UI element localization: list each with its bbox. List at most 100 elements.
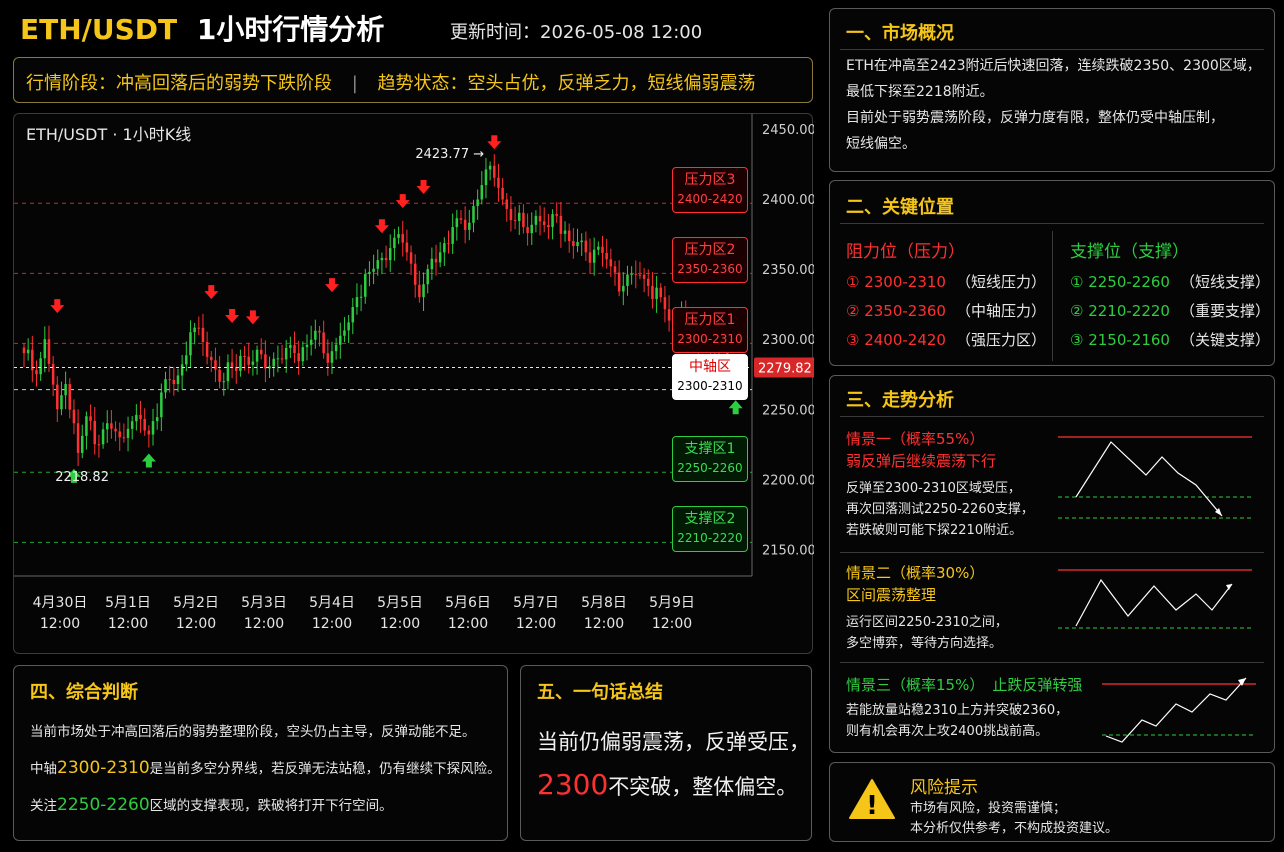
- scenario-line: 若跌破则可能下探2210附近。: [846, 523, 1023, 538]
- resist-note: （中轴压力）: [955, 302, 1046, 320]
- overview-panel: 一、市场概况 ETH在冲高至2423附近后快速回落，连续跌破2350、2300区…: [829, 8, 1275, 172]
- warning-glyph: !: [866, 791, 878, 821]
- judgement-highlight: 2300-2310: [57, 758, 150, 778]
- page-title: ETH/USDT 1小时行情分析: [20, 8, 384, 48]
- overview-text: ETH在冲高至2423附近后快速回落，连续跌破2350、2300区域， 最低下探…: [846, 53, 1261, 157]
- scenario-3-sketch: [1102, 677, 1256, 743]
- overview-line: 最低下探至2218附近。: [846, 84, 994, 100]
- scenario-1-sketch: [1058, 436, 1252, 519]
- judgement-title: 四、综合判断: [30, 682, 138, 703]
- scenario-line: 再次回落测试2250-2260支撑，: [846, 502, 1034, 517]
- scenario-divider: [840, 662, 1264, 663]
- support-level-1: ① 2250-2260 （短线支撑）: [1070, 271, 1270, 292]
- judgement-text-part: 是当前多空分界线，若反弹无法站稳，仍有继续下探风险。: [149, 761, 501, 777]
- resist-range: ③ 2400-2420: [846, 331, 946, 349]
- summary-panel: 五、一句话总结 当前仍偏弱震荡，反弹受压， 2300不突破，整体偏空。: [520, 665, 812, 841]
- resist-level-1: ① 2300-2310 （短线压力）: [846, 271, 1046, 292]
- support-range: ② 2210-2220: [1070, 302, 1170, 320]
- scenario-2-title: 情景二（概率30%）: [846, 564, 985, 582]
- support-note: （短线支撑）: [1179, 273, 1270, 291]
- scenario-line: 若能放量站稳2310上方并突破2360，: [846, 703, 1069, 718]
- trend-value: 空头占优，反弹乏力，短线偏弱震荡: [467, 73, 756, 94]
- zone-range: 2250-2260: [677, 461, 743, 475]
- zone-name: 压力区3: [684, 172, 736, 188]
- phase-value: 冲高回落后的弱势下跌阶段: [116, 73, 332, 94]
- risk-title: 风险提示: [910, 778, 978, 798]
- scenario-2-body: 运行区间2250-2310之间， 多空博弈，等待方向选择。: [846, 612, 1008, 654]
- summary-highlight: 2300: [537, 768, 609, 801]
- phase-label: 行情阶段：: [26, 73, 116, 94]
- scenario-3-subtitle: 止跌反弹转强: [992, 676, 1083, 694]
- judgement-text-part: 区域的支撑表现，跌破将打开下行空间。: [149, 798, 393, 814]
- scenario-line: 多空博弈，等待方向选择。: [846, 636, 1003, 651]
- scenario-3-title-text: 情景三（概率15%）: [846, 676, 985, 694]
- key-levels-panel: 二、关键位置 阻力位（压力） 支撑位（支撑） ① 2300-2310 （短线压力）…: [829, 180, 1275, 366]
- zone-box-pivot: 中轴区 2300-2310: [672, 354, 748, 400]
- scenario-1-subtitle: 弱反弹后继续震荡下行: [846, 452, 997, 470]
- symbol-label: ETH/USDT: [20, 13, 178, 46]
- stage-bar: 行情阶段：冲高回落后的弱势下跌阶段 | 趋势状态：空头占优，反弹乏力，短线偏弱震…: [13, 57, 813, 103]
- update-label: 更新时间：: [450, 22, 540, 43]
- overview-line: 短线偏空。: [846, 136, 916, 152]
- scenario-2-subtitle: 区间震荡整理: [846, 586, 937, 604]
- trend-title: 三、走势分析: [846, 390, 954, 411]
- zone-layer: 压力区3 2400-2420 压力区2 2350-2360 压力区1 2300-2310 中…: [14, 114, 814, 655]
- support-level-3: ③ 2150-2160 （关键支撑）: [1070, 329, 1270, 350]
- support-title: 支撑位（支撑）: [1070, 242, 1189, 262]
- overview-line: 目前处于弱势震荡阶段，反弹力度有限，整体仍受中轴压制，: [846, 110, 1224, 126]
- summary-title: 五、一句话总结: [537, 682, 663, 703]
- summary-line-2: 2300不突破，整体偏空。: [537, 768, 797, 801]
- support-range: ③ 2150-2160: [1070, 331, 1170, 349]
- support-range: ① 2250-2260: [1070, 273, 1170, 291]
- overview-divider: [840, 49, 1264, 50]
- judgement-line-3: 关注2250-2260区域的支撑表现，跌破将打开下行空间。: [30, 787, 501, 824]
- trend-label: 趋势状态：: [377, 73, 468, 94]
- zone-box-support: 支撑区2 2210-2220: [672, 506, 748, 552]
- scenario-line: 运行区间2250-2310之间，: [846, 615, 1008, 630]
- scenario-3-body: 若能放量站稳2310上方并突破2360， 则有机会再次上攻2400挑战前高。: [846, 700, 1068, 742]
- key-levels-title: 二、关键位置: [846, 197, 954, 218]
- scenario-divider: [840, 552, 1264, 553]
- zone-name: 压力区1: [684, 312, 736, 328]
- resist-range: ② 2350-2360: [846, 302, 946, 320]
- resist-note: （强压力区）: [955, 331, 1046, 349]
- resist-range: ① 2300-2310: [846, 273, 946, 291]
- update-time: 更新时间：2026-05-08 12:00: [450, 18, 702, 44]
- update-value: 2026-05-08 12:00: [540, 22, 703, 43]
- support-level-2: ② 2210-2220 （重要支撑）: [1070, 300, 1270, 321]
- zone-box-resist: 压力区1 2300-2310: [672, 307, 748, 353]
- warning-icon: !: [849, 779, 895, 821]
- zone-box-resist: 压力区3 2400-2420: [672, 167, 748, 213]
- resist-note: （短线压力）: [955, 273, 1046, 291]
- zone-name: 支撑区1: [684, 441, 736, 457]
- scenario-3-title: 情景三（概率15%） 止跌反弹转强: [846, 674, 1082, 695]
- judgement-text-part: 关注: [30, 798, 57, 814]
- risk-line: 市场有风险，投资需谨慎；: [910, 801, 1067, 816]
- risk-panel: ! 风险提示 市场有风险，投资需谨慎； 本分析仅供参考，不构成投资建议。: [829, 762, 1275, 842]
- zone-box-support: 支撑区1 2250-2260: [672, 436, 748, 482]
- resist-title: 阻力位（压力）: [846, 242, 965, 262]
- support-note: （重要支撑）: [1179, 302, 1270, 320]
- judgement-panel: 四、综合判断 当前市场处于冲高回落后的弱势整理阶段，空头仍占主导，反弹动能不足。…: [13, 665, 508, 841]
- zone-box-resist: 压力区2 2350-2360: [672, 237, 748, 283]
- zone-name: 中轴区: [689, 359, 731, 375]
- zone-name: 支撑区2: [684, 511, 736, 527]
- zone-name: 压力区2: [684, 242, 736, 258]
- scenario-2-sketch: [1058, 569, 1252, 629]
- resist-level-2: ② 2350-2360 （中轴压力）: [846, 300, 1046, 321]
- zone-range: 2400-2420: [677, 192, 743, 206]
- zone-range: 2300-2310: [677, 379, 743, 393]
- judgement-highlight: 2250-2260: [57, 795, 150, 815]
- risk-line: 本分析仅供参考，不构成投资建议。: [910, 821, 1119, 836]
- judgement-line-1: 当前市场处于冲高回落后的弱势整理阶段，空头仍占主导，反弹动能不足。: [30, 724, 476, 740]
- key-levels-vdivider: [1052, 231, 1053, 361]
- judgement-text-part: 中轴: [30, 761, 57, 777]
- judgement-line-2: 中轴2300-2310是当前多空分界线，若反弹无法站稳，仍有继续下探风险。: [30, 750, 501, 787]
- kline-chart-panel: ETH/USDT · 1小时K线 2450.00 2400.00 2350.00 230…: [13, 113, 814, 655]
- scenario-line: 反弹至2300-2310区域受压，: [846, 481, 1021, 496]
- zone-range: 2350-2360: [677, 262, 743, 276]
- judgement-text: 当前市场处于冲高回落后的弱势整理阶段，空头仍占主导，反弹动能不足。 中轴2300…: [30, 714, 501, 824]
- title-text: 1小时行情分析: [196, 13, 385, 46]
- summary-line-1: 当前仍偏弱震荡，反弹受压，: [537, 730, 810, 754]
- summary-text-part: 不突破，整体偏空。: [608, 775, 798, 799]
